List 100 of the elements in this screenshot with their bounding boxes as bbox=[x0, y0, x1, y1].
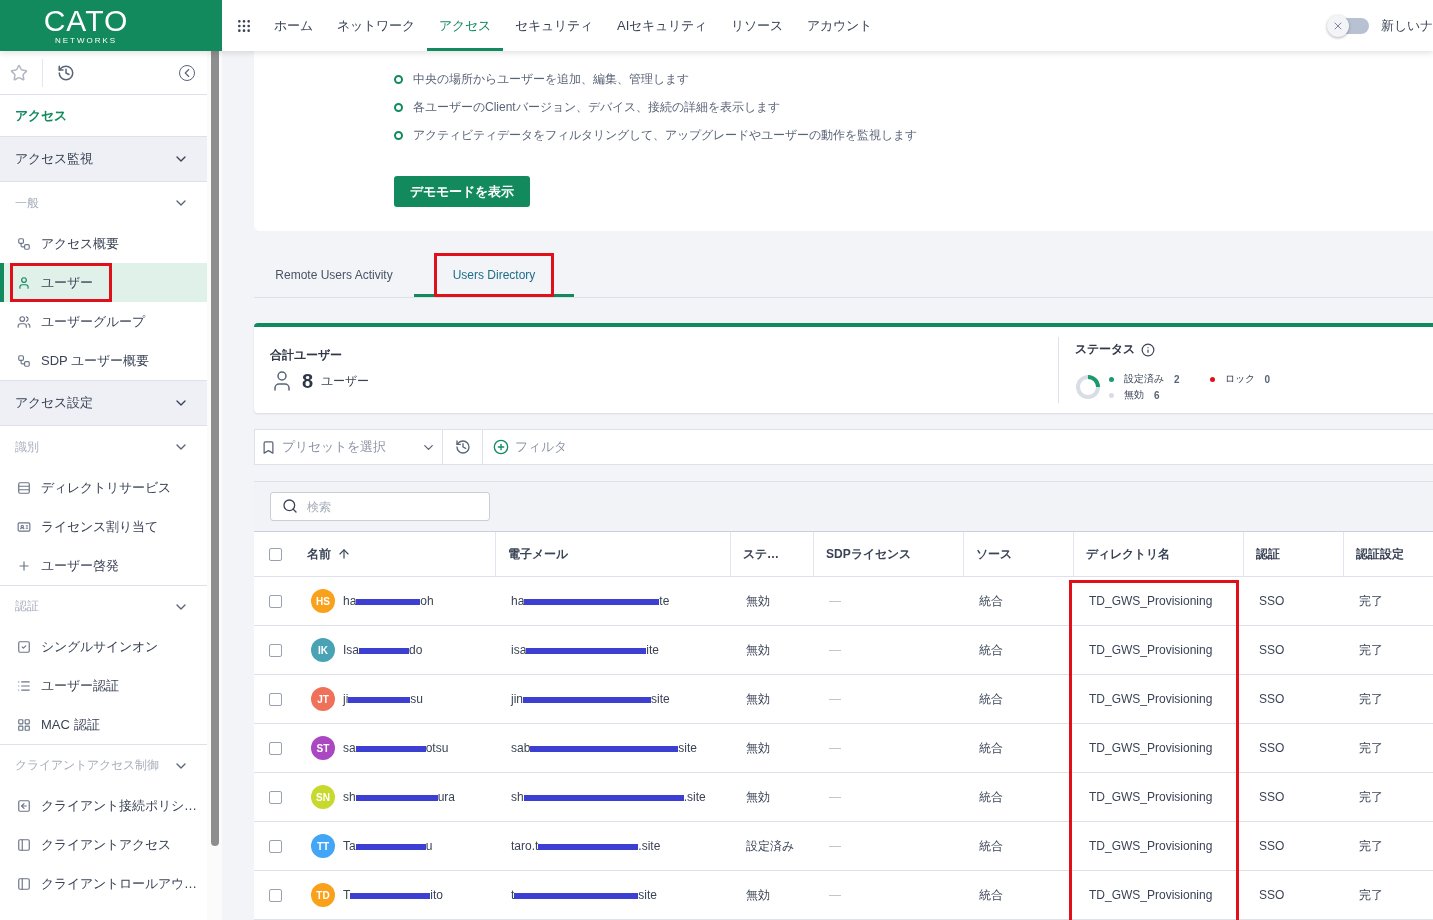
table-cell-text: 統合 bbox=[978, 592, 1004, 610]
column-header[interactable]: ディレクトリ名 bbox=[1073, 532, 1243, 576]
scrollbar-thumb[interactable] bbox=[210, 51, 219, 846]
item-icon bbox=[17, 519, 31, 534]
column-header[interactable]: ソース bbox=[963, 532, 1073, 576]
bullet-text: 各ユーザーのClientバージョン、デバイス、接続の詳細を表示します bbox=[413, 98, 780, 116]
avatar: TD bbox=[311, 883, 335, 907]
table-cell-text: 設定済み bbox=[745, 837, 795, 855]
empty-value: — bbox=[829, 643, 841, 657]
row-checkbox[interactable] bbox=[269, 594, 282, 608]
empty-value: — bbox=[829, 839, 841, 853]
table-cell-text: 統合 bbox=[978, 641, 1004, 659]
row-checkbox[interactable] bbox=[269, 643, 282, 657]
sidebar-item[interactable]: ライセンス割り当て bbox=[0, 507, 207, 546]
nav-tab[interactable]: アカウント bbox=[795, 0, 885, 51]
sidebar-item[interactable]: アクセス概要 bbox=[0, 224, 207, 263]
column-header[interactable]: 名前 bbox=[295, 532, 495, 576]
sidebar-item[interactable]: ユーザー認証 bbox=[0, 666, 207, 705]
sidebar-item[interactable]: クライアント接続ポリシ… bbox=[0, 786, 207, 825]
sidebar-item[interactable]: シングルサインオン bbox=[0, 627, 207, 666]
table-cell-text: 完了 bbox=[1358, 592, 1384, 610]
row-checkbox[interactable] bbox=[269, 692, 282, 706]
bookmark-icon bbox=[261, 439, 276, 455]
legend-value: 6 bbox=[1154, 389, 1160, 401]
table-cell-text: TD_GWS_Provisioning bbox=[1088, 789, 1214, 806]
sidebar-item[interactable]: ユーザー啓発 bbox=[0, 546, 207, 585]
column-header[interactable]: 認証設定 bbox=[1343, 532, 1433, 576]
item-icon bbox=[17, 480, 31, 495]
toggle-label: 新しいナ bbox=[1381, 16, 1433, 35]
bullet-icon bbox=[394, 102, 403, 112]
sidebar-item[interactable]: ディレクトリサービス bbox=[0, 468, 207, 507]
logo[interactable]: CATO NETWORKS bbox=[0, 0, 222, 51]
card-title: 合計ユーザー bbox=[270, 347, 343, 364]
table-cell-text: SSO bbox=[1258, 740, 1286, 757]
count-unit: ユーザー bbox=[321, 372, 370, 390]
info-icon[interactable] bbox=[1141, 342, 1155, 357]
nav-tab[interactable]: ホーム bbox=[262, 0, 325, 51]
apps-grid-icon[interactable] bbox=[236, 17, 252, 34]
column-header[interactable]: 認証 bbox=[1243, 532, 1343, 576]
empty-value: — bbox=[829, 741, 841, 755]
empty-value: — bbox=[829, 888, 841, 902]
table-cell-text: SSO bbox=[1258, 642, 1286, 659]
star-icon[interactable] bbox=[10, 63, 28, 82]
history-icon bbox=[454, 439, 471, 455]
row-checkbox[interactable] bbox=[269, 888, 282, 902]
sidebar-item[interactable]: クライアントロールアウ… bbox=[0, 864, 207, 903]
table-cell-text: 完了 bbox=[1358, 788, 1384, 806]
sidebar-item[interactable]: SDP ユーザー概要 bbox=[0, 341, 207, 380]
sidebar-title: アクセス bbox=[14, 106, 68, 125]
user-email: taro.t .site bbox=[511, 839, 661, 853]
table-cell-text: TD_GWS_Provisioning bbox=[1088, 887, 1214, 904]
avatar: SN bbox=[311, 785, 335, 809]
item-icon bbox=[17, 876, 31, 891]
column-header[interactable]: 電子メール bbox=[495, 532, 730, 576]
redaction-bar bbox=[356, 599, 421, 605]
nav-tab[interactable]: ネットワーク bbox=[325, 0, 427, 51]
table-cell-text: 完了 bbox=[1358, 886, 1384, 904]
table-cell-text: TD_GWS_Provisioning bbox=[1088, 642, 1214, 659]
user-email: jin site bbox=[511, 692, 670, 706]
user-name: Ta u bbox=[343, 839, 433, 853]
plus-icon bbox=[493, 439, 509, 455]
user-name: sa otsu bbox=[343, 741, 449, 755]
item-icon bbox=[17, 837, 31, 852]
table-cell-text: 統合 bbox=[978, 837, 1004, 855]
legend-label: ロック bbox=[1224, 372, 1255, 386]
table-cell-text: 完了 bbox=[1358, 641, 1384, 659]
sidebar-item[interactable]: ユーザーグループ bbox=[0, 302, 207, 341]
sidebar-item[interactable]: ユーザー bbox=[0, 263, 207, 302]
row-checkbox[interactable] bbox=[269, 741, 282, 755]
user-email: ha te bbox=[511, 594, 670, 608]
column-header[interactable]: ステ… bbox=[730, 532, 813, 576]
table-cell-text: 無効 bbox=[745, 886, 771, 904]
sidebar-section[interactable]: アクセス設定 bbox=[0, 380, 207, 426]
item-icon bbox=[17, 353, 31, 368]
search-icon bbox=[282, 498, 298, 514]
item-icon bbox=[17, 639, 31, 654]
user-email: t site bbox=[511, 888, 658, 902]
nav-tab[interactable]: リソース bbox=[719, 0, 796, 51]
nav-tab[interactable]: AIセキュリティ bbox=[605, 0, 720, 51]
history-icon[interactable] bbox=[57, 63, 75, 82]
row-checkbox[interactable] bbox=[269, 790, 282, 804]
demo-button[interactable]: デモモードを表示 bbox=[394, 176, 530, 207]
sidebar-item[interactable]: クライアントアクセス bbox=[0, 825, 207, 864]
table-cell-text: 無効 bbox=[745, 690, 771, 708]
nav-tab[interactable]: セキュリティ bbox=[503, 0, 605, 51]
card-title: ステータス bbox=[1075, 341, 1135, 358]
donut-icon bbox=[1075, 374, 1101, 400]
empty-value: — bbox=[829, 594, 841, 608]
table-cell-text: SSO bbox=[1258, 593, 1286, 610]
bullet-text: 中央の場所からユーザーを追加、編集、管理します bbox=[413, 70, 689, 88]
tab[interactable]: Remote Users Activity bbox=[254, 255, 414, 297]
row-checkbox[interactable] bbox=[269, 839, 282, 853]
search-field[interactable]: 検索 bbox=[270, 492, 490, 521]
select-all-checkbox[interactable] bbox=[269, 547, 282, 561]
user-name: Isa do bbox=[343, 643, 423, 657]
column-header[interactable]: SDPライセンス bbox=[813, 532, 963, 576]
sidebar-section[interactable]: アクセス監視 bbox=[0, 136, 207, 182]
table-cell-text: SSO bbox=[1258, 789, 1286, 806]
sidebar-item[interactable]: MAC 認証 bbox=[0, 705, 207, 744]
item-icon bbox=[17, 236, 31, 251]
